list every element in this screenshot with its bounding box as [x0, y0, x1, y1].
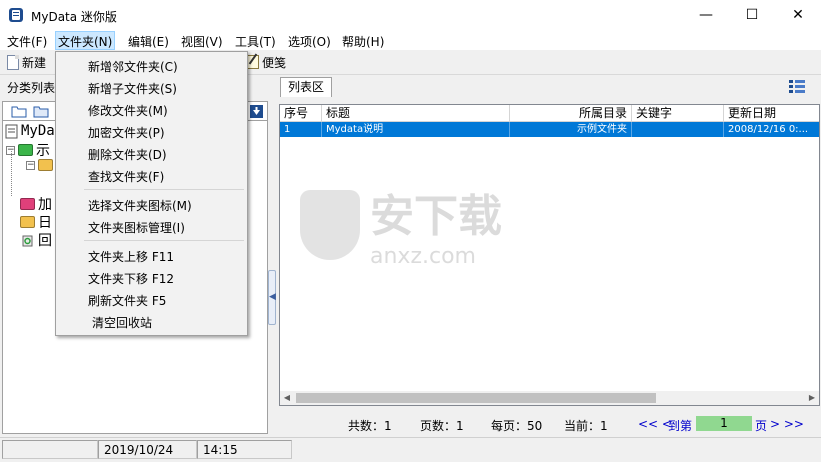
tree-item-recycle-label: 回 — [38, 233, 52, 249]
status-cell-empty — [2, 440, 98, 459]
horizontal-scrollbar[interactable]: ◀ ▶ — [280, 391, 819, 405]
cell-index[interactable]: 1 — [280, 122, 322, 137]
menu-options[interactable]: 选项(O) — [288, 33, 331, 50]
menu-item-new-sibling-folder[interactable]: 新增邻文件夹(C) — [88, 58, 178, 75]
cell-title[interactable]: Mydata说明 — [322, 122, 510, 137]
column-header-keywords[interactable]: 关键字 — [632, 105, 724, 122]
folder-tree-icon[interactable] — [33, 105, 49, 118]
menu-item-move-folder-down[interactable]: 文件夹下移 F12 — [88, 270, 174, 287]
menu-item-modify-folder[interactable]: 修改文件夹(M) — [88, 102, 168, 119]
tab-list-area[interactable]: 列表区 — [280, 77, 332, 97]
tree-root-label: MyDa — [21, 123, 55, 139]
folder-open-icon[interactable] — [11, 105, 27, 118]
goto-page-label: 到第 — [668, 419, 693, 433]
tree-item-diary[interactable]: 日 — [20, 212, 52, 232]
pink-folder-icon — [20, 198, 35, 210]
menu-item-empty-recycle-bin[interactable]: 清空回收站 — [92, 314, 152, 331]
tree-item-encrypted[interactable]: 加 — [20, 194, 52, 214]
page-suffix: 页 — [755, 419, 768, 433]
new-button[interactable]: 新建 — [7, 53, 46, 71]
tree-subitem[interactable]: − — [26, 159, 53, 171]
menu-item-find-folder[interactable]: 查找文件夹(F) — [88, 168, 164, 185]
menu-separator — [84, 240, 244, 241]
first-prev-page-links[interactable]: << < — [638, 417, 672, 431]
menu-separator — [84, 189, 244, 190]
watermark-subtext: anxz.com — [370, 244, 476, 269]
menu-bar: 文件(F) 文件夹(N) 编辑(E) 视图(V) 工具(T) 选项(O) 帮助(… — [0, 31, 821, 50]
tree-item-diary-label: 日 — [38, 215, 52, 231]
page-number-input[interactable]: 1 — [696, 416, 752, 431]
minimize-button[interactable]: — — [683, 0, 729, 31]
menu-item-delete-folder[interactable]: 删除文件夹(D) — [88, 146, 167, 163]
status-time: 14:15 — [197, 440, 292, 459]
notebook-icon — [5, 124, 18, 138]
status-date: 2019/10/24 — [98, 440, 197, 459]
column-header-updated[interactable]: 更新日期 — [724, 105, 819, 122]
tree-item-encrypted-label: 加 — [38, 197, 52, 213]
scroll-left-icon[interactable]: ◀ — [280, 391, 294, 405]
list-view-icon[interactable] — [787, 78, 807, 96]
per-page: 每页：50 — [491, 419, 543, 433]
menu-file[interactable]: 文件(F) — [7, 33, 47, 50]
yellow-folder-icon — [38, 159, 53, 171]
tree-item-sample-label: 示 — [36, 143, 50, 159]
note-button-label: 便笺 — [262, 55, 287, 70]
note-button[interactable]: 便笺 — [246, 53, 286, 71]
column-header-title[interactable]: 标题 — [322, 105, 510, 122]
scrollbar-thumb[interactable] — [296, 393, 656, 403]
green-folder-icon — [18, 144, 33, 156]
menu-item-refresh-folder[interactable]: 刷新文件夹 F5 — [88, 292, 166, 309]
collapse-icon[interactable]: − — [26, 160, 35, 170]
folder-menu-dropdown: 新增邻文件夹(C) 新增子文件夹(S) 修改文件夹(M) 加密文件夹(P) 删除… — [55, 51, 248, 336]
menu-item-choose-folder-icon[interactable]: 选择文件夹图标(M) — [88, 197, 192, 214]
maximize-button[interactable]: ☐ — [729, 0, 775, 31]
tree-line — [11, 151, 13, 196]
watermark: 安下载 anxz.com — [300, 180, 502, 269]
collapse-panel-handle[interactable]: ◀ — [268, 270, 276, 325]
cell-keywords[interactable] — [632, 122, 724, 137]
menu-edit[interactable]: 编辑(E) — [128, 33, 169, 50]
total-count: 共数：1 — [348, 419, 392, 433]
tree-item-recycle[interactable]: 回 — [20, 230, 52, 250]
page-count: 页数：1 — [420, 419, 464, 433]
tree-root[interactable]: MyDa — [5, 123, 55, 139]
yellow-folder-icon — [20, 216, 35, 228]
column-header-directory[interactable]: 所属目录 — [510, 105, 632, 122]
menu-view[interactable]: 视图(V) — [181, 33, 223, 50]
menu-item-encrypt-folder[interactable]: 加密文件夹(P) — [88, 124, 165, 141]
window-title: MyData 迷你版 — [31, 10, 117, 24]
scroll-right-icon[interactable]: ▶ — [805, 391, 819, 405]
menu-tools[interactable]: 工具(T) — [235, 33, 276, 50]
app-icon — [9, 8, 23, 22]
recycle-bin-icon — [22, 235, 33, 247]
column-header-index[interactable]: 序号 — [280, 105, 322, 122]
menu-item-new-subfolder[interactable]: 新增子文件夹(S) — [88, 80, 177, 97]
cell-updated[interactable]: 2008/12/16 0:... — [724, 122, 819, 137]
cell-directory[interactable]: 示例文件夹 — [510, 122, 632, 137]
close-button[interactable]: ✕ — [775, 0, 821, 31]
menu-item-folder-icon-manager[interactable]: 文件夹图标管理(I) — [88, 219, 185, 236]
menu-help[interactable]: 帮助(H) — [342, 33, 384, 50]
watermark-text: 安下载 — [370, 191, 502, 242]
next-last-page-links[interactable]: > >> — [770, 417, 804, 431]
menu-folder[interactable]: 文件夹(N) — [55, 31, 116, 50]
menu-item-move-folder-up[interactable]: 文件夹上移 F11 — [88, 248, 174, 265]
category-list-title: 分类列表 — [7, 81, 56, 95]
new-document-icon — [7, 54, 19, 70]
watermark-shield-icon — [300, 189, 360, 260]
current-page: 当前：1 — [564, 419, 608, 433]
sort-down-icon[interactable] — [250, 105, 263, 118]
new-button-label: 新建 — [22, 55, 47, 70]
